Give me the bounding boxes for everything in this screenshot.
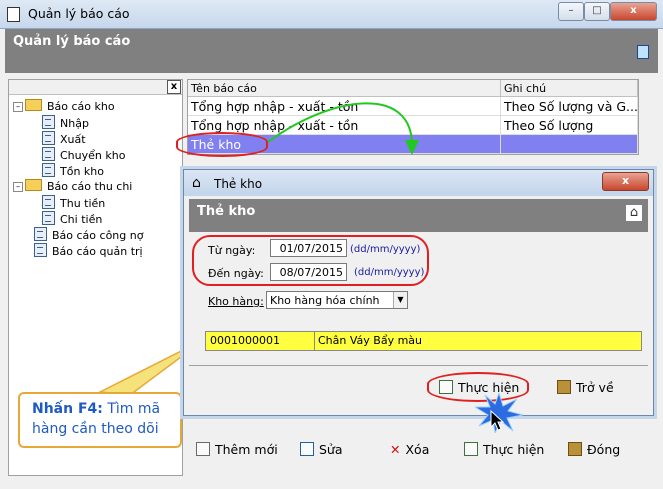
tree-header: x (9, 80, 182, 95)
tree-item-xuat[interactable]: Xuất (42, 131, 86, 146)
tree-item-label: Chi tiền (60, 213, 103, 226)
report-icon (42, 147, 55, 161)
dialog-header-title: Thẻ kho (197, 204, 256, 219)
collapse-icon[interactable]: – (13, 102, 23, 112)
annotation-arrow (267, 102, 419, 155)
callout-text-1: Tìm mã (102, 401, 161, 417)
run-toolbar-button[interactable]: Thực hiện (464, 442, 544, 457)
window-header: Quản lý báo cáo (5, 29, 658, 73)
edit-label: Sửa (319, 442, 343, 457)
calculator-icon[interactable] (637, 45, 649, 59)
warehouse-select[interactable]: Kho hàng hóa chính ▼ (266, 291, 408, 309)
tree-item-label: Thu tiền (60, 197, 106, 210)
table-cell[interactable]: Theo Số lượng và G... (501, 97, 638, 116)
report-icon (42, 163, 55, 177)
edit-button[interactable]: Sửa (300, 442, 343, 457)
run-icon (464, 442, 478, 456)
tree-item-label: Xuất (60, 133, 86, 146)
maximize-button[interactable]: □ (584, 2, 610, 21)
hint-callout: Nhấn F4: Tìm mã hàng cần theo dõi (18, 392, 182, 448)
callout-key: Nhấn F4: (32, 401, 103, 417)
column-header-ghi-chu[interactable]: Ghi chú (501, 80, 638, 97)
add-new-label: Thêm mới (215, 442, 278, 457)
window-title: Quản lý báo cáo (28, 6, 130, 21)
delete-label: Xóa (405, 442, 430, 457)
run-label: Thực hiện (483, 442, 545, 457)
tree-item-bao-cao-cong-no[interactable]: Báo cáo công nợ (34, 227, 143, 242)
tree-item-chi-tien[interactable]: Chi tiền (42, 211, 102, 226)
tree-item-label: Tồn kho (60, 165, 104, 178)
tree-item-bao-cao-thu-chi[interactable]: – Báo cáo thu chi (13, 179, 132, 193)
warehouse-label: Kho hàng: (208, 295, 264, 308)
back-button[interactable]: Trở về (557, 380, 614, 395)
dialog-close-button[interactable]: x (602, 172, 649, 191)
tree-item-label: Báo cáo công nợ (52, 229, 144, 242)
tree-item-nhap[interactable]: Nhập (42, 115, 89, 130)
close-button[interactable]: x (610, 2, 657, 21)
report-icon (42, 211, 55, 225)
report-icon (42, 195, 55, 209)
exit-icon (568, 442, 582, 456)
tree-close-button[interactable]: x (167, 80, 181, 94)
tree-item-thu-tien[interactable]: Thu tiền (42, 195, 105, 210)
tree-item-bao-cao-quan-tri[interactable]: Báo cáo quản trị (34, 243, 143, 258)
table-cell-selected[interactable] (501, 135, 638, 154)
minimize-button[interactable]: – (558, 2, 584, 21)
table-cell[interactable]: Theo Số lượng (501, 116, 638, 135)
add-new-button[interactable]: Thêm mới (196, 442, 278, 457)
callout-line-1: Nhấn F4: Tìm mã (32, 401, 160, 417)
item-name[interactable]: Chân Váy Bẩy màu (318, 334, 422, 347)
tree-item-label: Báo cáo quản trị (52, 245, 143, 258)
tree-item-label: Chuyển kho (60, 149, 126, 162)
tree-item-ton-kho[interactable]: Tồn kho (42, 163, 104, 178)
title-bar: Quản lý báo cáo – □ x (0, 0, 663, 29)
the-kho-dialog: ⌂ Thẻ kho x Thẻ kho ⌂ Từ ngày: 01/07/201… (183, 169, 654, 416)
dialog-title-bar: ⌂ Thẻ kho x (184, 170, 653, 196)
callout-line-2: hàng cần theo dõi (32, 421, 159, 437)
home-icon[interactable]: ⌂ (626, 205, 642, 221)
report-icon (42, 131, 55, 145)
item-row[interactable]: 0001000001 Chân Váy Bẩy màu (205, 331, 642, 351)
new-document-icon (196, 442, 210, 456)
delete-icon: ✕ (390, 442, 401, 457)
dialog-title: Thẻ kho (214, 177, 263, 191)
annotation-ring (192, 235, 429, 286)
edit-icon (300, 442, 314, 456)
back-icon (557, 380, 571, 394)
report-icon (34, 227, 47, 241)
home-icon: ⌂ (192, 175, 201, 191)
cell-divider (314, 332, 315, 350)
collapse-icon[interactable]: – (13, 182, 23, 192)
back-button-label: Trở về (576, 380, 614, 395)
app-icon (7, 7, 20, 22)
tree-item-bao-cao-kho[interactable]: – Báo cáo kho (13, 99, 115, 113)
folder-icon (25, 99, 42, 111)
delete-button[interactable]: ✕ Xóa (390, 442, 429, 457)
tree-item-label: Báo cáo thu chi (47, 180, 133, 193)
annotation-ring (176, 132, 268, 157)
chevron-down-icon[interactable]: ▼ (393, 292, 407, 308)
folder-icon (25, 179, 42, 191)
close-label: Đóng (587, 442, 621, 457)
header-title: Quản lý báo cáo (13, 34, 131, 49)
dialog-header: Thẻ kho ⌂ (189, 199, 648, 232)
report-icon (34, 243, 47, 257)
report-icon (42, 115, 55, 129)
tree-item-label: Nhập (60, 117, 89, 130)
tree-item-chuyen-kho[interactable]: Chuyển kho (42, 147, 125, 162)
item-code[interactable]: 0001000001 (210, 334, 280, 347)
dialog-divider (189, 365, 648, 366)
close-toolbar-button[interactable]: Đóng (568, 442, 620, 457)
tree-item-label: Báo cáo kho (47, 100, 115, 113)
warehouse-value: Kho hàng hóa chính (270, 294, 380, 307)
mouse-cursor-icon (490, 410, 504, 431)
